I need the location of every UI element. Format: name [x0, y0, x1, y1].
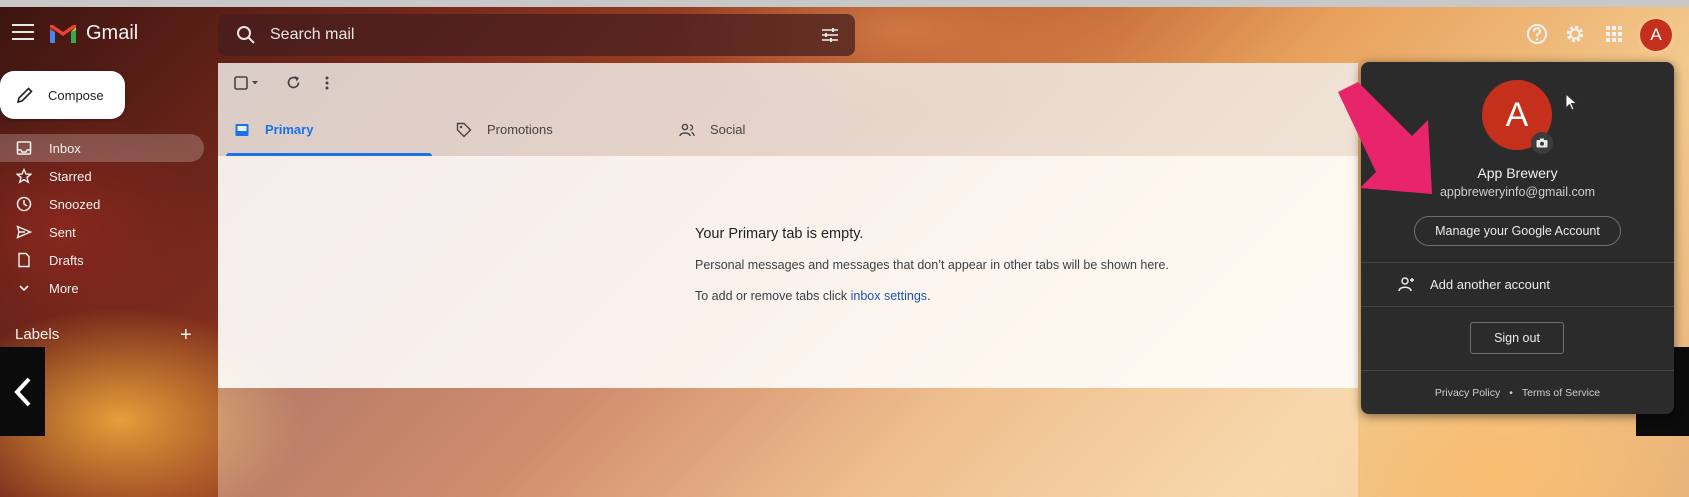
mail-toolbar — [218, 63, 1358, 103]
sidebar-item-more[interactable]: More — [0, 274, 204, 302]
sidebar-item-snoozed[interactable]: Snoozed — [0, 190, 204, 218]
hint-text: To add or remove tabs click — [695, 289, 851, 303]
tab-label: Social — [710, 122, 746, 137]
settings-gear-icon[interactable] — [1564, 23, 1586, 45]
annotation-arrow-icon — [1338, 82, 1432, 194]
add-account-label: Add another account — [1430, 276, 1550, 292]
chevron-down-icon — [19, 285, 29, 292]
footer-separator: • — [1509, 387, 1513, 399]
inbox-settings-hint: To add or remove tabs click inbox settin… — [695, 289, 931, 303]
tab-label: Primary — [265, 122, 314, 137]
empty-state-description: Personal messages and messages that don’… — [695, 258, 1169, 272]
sidebar-item-label: Starred — [49, 168, 92, 184]
previous-slide-button[interactable] — [0, 347, 45, 436]
more-options-icon[interactable] — [324, 75, 330, 91]
tab-social[interactable]: Social — [679, 103, 745, 156]
sidebar-item-sent[interactable]: Sent — [0, 218, 204, 246]
privacy-policy-link[interactable]: Privacy Policy — [1435, 387, 1500, 399]
search-input[interactable]: Search mail — [270, 26, 354, 44]
search-bar[interactable]: Search mail — [218, 14, 855, 56]
divider — [1361, 306, 1674, 307]
chevron-left-icon — [13, 377, 30, 406]
background-area — [218, 388, 1358, 497]
clock-icon — [16, 196, 32, 212]
popup-footer: Privacy Policy • Terms of Service — [1361, 387, 1674, 399]
camera-icon — [1536, 138, 1548, 148]
add-person-icon — [1398, 277, 1414, 292]
mouse-cursor-icon — [1565, 93, 1578, 111]
search-icon[interactable] — [236, 25, 256, 45]
account-avatar[interactable]: A — [1640, 19, 1672, 51]
help-icon[interactable] — [1526, 23, 1548, 45]
message-list-area — [218, 156, 1358, 388]
sidebar-item-label: Snoozed — [49, 196, 101, 212]
change-photo-button[interactable] — [1531, 132, 1553, 154]
sidebar-item-inbox[interactable]: Inbox — [0, 134, 204, 162]
draft-icon — [18, 252, 30, 268]
sidebar-item-drafts[interactable]: Drafts — [0, 246, 204, 274]
labels-heading: Labels — [15, 326, 60, 343]
inbox-settings-link[interactable]: inbox settings — [851, 289, 927, 303]
tab-primary[interactable]: Primary — [234, 103, 313, 156]
inbox-icon — [235, 123, 249, 136]
divider — [1361, 370, 1674, 371]
compose-label: Compose — [48, 87, 104, 103]
category-tabs: Primary Promotions Social — [218, 103, 1358, 156]
divider — [1361, 262, 1674, 263]
hint-period: . — [927, 289, 931, 303]
sidebar-item-label: More — [49, 280, 79, 296]
gmail-logo[interactable]: Gmail — [48, 22, 138, 45]
empty-state-title: Your Primary tab is empty. — [695, 226, 864, 242]
sign-out-button[interactable]: Sign out — [1470, 322, 1564, 354]
tag-icon — [456, 122, 472, 137]
people-icon — [679, 123, 695, 136]
add-label-button[interactable]: + — [180, 324, 192, 347]
manage-account-button[interactable]: Manage your Google Account — [1414, 216, 1621, 246]
tab-promotions[interactable]: Promotions — [456, 103, 553, 156]
select-checkbox[interactable] — [234, 76, 260, 90]
main-menu-icon[interactable] — [12, 24, 34, 42]
search-options-icon[interactable] — [821, 26, 839, 44]
gmail-m-icon — [50, 24, 76, 43]
inbox-icon — [16, 141, 32, 155]
sidebar-item-label: Drafts — [49, 252, 84, 268]
top-strip — [0, 0, 1689, 7]
pencil-icon — [16, 87, 33, 104]
send-icon — [16, 225, 32, 239]
refresh-icon[interactable] — [286, 75, 301, 90]
sidebar-item-starred[interactable]: Starred — [0, 162, 204, 190]
compose-button[interactable]: Compose — [0, 71, 125, 119]
sidebar-item-label: Sent — [49, 224, 76, 240]
tab-label: Promotions — [487, 122, 553, 137]
sidebar-item-label: Inbox — [49, 140, 81, 156]
app-name: Gmail — [86, 22, 139, 44]
add-account-button[interactable]: Add another account — [1361, 264, 1674, 304]
apps-grid-icon[interactable] — [1603, 23, 1625, 45]
terms-of-service-link[interactable]: Terms of Service — [1522, 387, 1600, 399]
star-icon — [16, 168, 32, 184]
